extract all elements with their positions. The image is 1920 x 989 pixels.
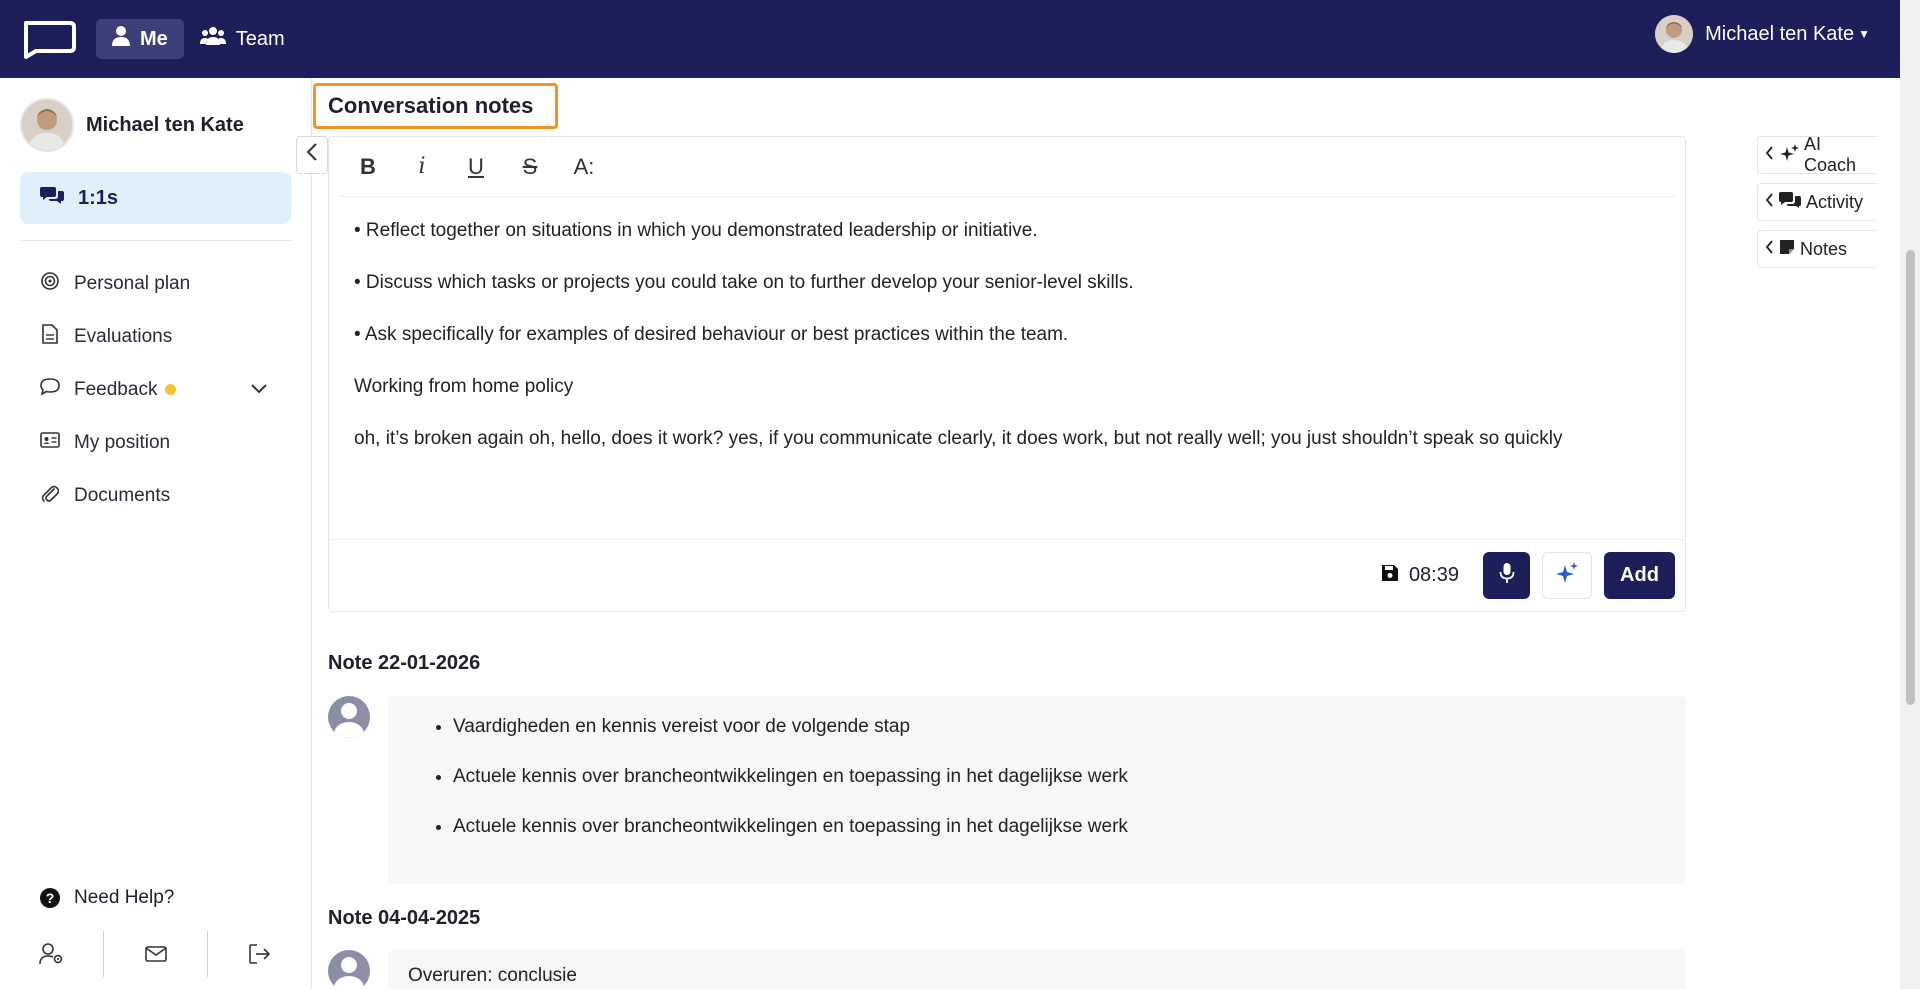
logout-icon[interactable] (208, 931, 311, 977)
nav-me-button[interactable]: Me (96, 19, 184, 59)
nav-team-button[interactable]: Team (184, 19, 301, 59)
font-size-button[interactable]: A: (571, 154, 597, 180)
scrollbar[interactable] (1900, 0, 1920, 989)
notes-editor[interactable]: B i U S A: • Reflect together on situati… (328, 136, 1686, 612)
document-icon (40, 324, 60, 349)
sidebar-item-feedback[interactable]: Feedback (0, 363, 311, 416)
tab-ai-coach[interactable]: AI Coach (1757, 134, 1877, 175)
user-menu-name: Michael ten Kate (1705, 22, 1855, 45)
editor-footer: 08:39 Add (329, 539, 1685, 611)
strikethrough-button[interactable]: S (517, 154, 543, 180)
ai-assist-button[interactable] (1542, 552, 1592, 599)
save-time: 08:39 (1408, 564, 1459, 586)
tab-label: Activity (1806, 191, 1864, 212)
sidebar-item-documents[interactable]: Documents (0, 469, 311, 522)
need-help-label: Need Help? (74, 887, 175, 908)
id-card-icon (40, 432, 60, 453)
list-item: Actuele kennis over brancheontwikkelinge… (453, 761, 1666, 793)
editor-paragraph: • Discuss which tasks or projects you co… (354, 272, 1134, 293)
envelope-icon[interactable] (104, 931, 208, 977)
microphone-button[interactable] (1483, 552, 1530, 599)
save-status: 08:39 (1381, 564, 1459, 588)
sidebar-item-label: Evaluations (74, 325, 173, 347)
avatar (20, 98, 74, 152)
paperclip-icon (40, 483, 60, 508)
list-item: Vaardigheden en kennis vereist voor de v… (453, 711, 1666, 743)
caret-down-icon: ▼ (1858, 27, 1870, 41)
tab-label: AI Coach (1804, 134, 1857, 175)
note-card: Vaardigheden en kennis vereist voor de v… (388, 696, 1686, 884)
user-menu[interactable]: Michael ten Kate ▼ (1655, 15, 1870, 53)
sidebar-item-label: Documents (74, 484, 171, 506)
editor-content[interactable]: • Reflect together on situations in whic… (329, 197, 1685, 455)
avatar (1655, 15, 1694, 53)
sidebar-item-evaluations[interactable]: Evaluations (0, 310, 311, 363)
divider (20, 240, 291, 241)
sidebar-item-label: My position (74, 431, 171, 453)
sticky-note-icon (1779, 239, 1795, 260)
save-icon (1381, 564, 1399, 588)
microphone-icon (1499, 562, 1515, 590)
chevron-down-icon[interactable] (251, 381, 267, 399)
page-title: Conversation notes (313, 83, 558, 129)
sidebar-item-label: Personal plan (74, 272, 191, 294)
profile-name: Michael ten Kate (86, 113, 244, 136)
add-note-button[interactable]: Add (1604, 552, 1675, 599)
italic-button[interactable]: i (409, 154, 435, 179)
sidebar-item-my-position[interactable]: My position (0, 416, 311, 469)
question-icon: ? (40, 888, 60, 908)
main-content: Conversation notes B i U S A: • Reflect … (313, 78, 1733, 989)
target-icon (40, 272, 60, 295)
note-card: Overuren: conclusie (388, 950, 1686, 989)
note-text: Overuren: conclusie (408, 965, 577, 986)
editor-paragraph: Working from home policy (354, 376, 574, 397)
chevron-left-icon (1765, 192, 1774, 212)
bold-button[interactable]: B (355, 154, 381, 180)
chevron-left-icon (1765, 145, 1774, 165)
editor-paragraph: • Ask specifically for examples of desir… (354, 324, 1069, 345)
sparkles-icon (1555, 561, 1579, 591)
comments-icon (1779, 191, 1801, 214)
scrollbar-thumb[interactable] (1906, 250, 1915, 705)
editor-paragraph: • Reflect together on situations in whic… (354, 220, 1038, 241)
note-title: Note 22-01-2026 (328, 652, 481, 674)
tab-activity[interactable]: Activity (1757, 183, 1877, 221)
user-icon (112, 26, 130, 52)
sidebar-item-personal-plan[interactable]: Personal plan (0, 257, 311, 310)
logo-icon[interactable] (20, 19, 76, 59)
sidebar-profile: Michael ten Kate (0, 78, 311, 172)
top-navbar: Me Team Michael ten Kate ▼ (0, 0, 1900, 78)
need-help-link[interactable]: ? Need Help? (40, 887, 174, 909)
sidebar-item-label: Feedback (74, 378, 158, 400)
sidebar: Michael ten Kate 1:1s Personal plan Eval… (0, 78, 312, 989)
sparkles-icon (1779, 143, 1799, 167)
chat-icon (40, 378, 60, 401)
tab-notes[interactable]: Notes (1757, 230, 1877, 268)
note-author-avatar (328, 696, 370, 738)
editor-paragraph: oh, it’s broken again oh, hello, does it… (354, 428, 1563, 449)
tab-label: Notes (1800, 238, 1848, 259)
sidebar-item-1on1s[interactable]: 1:1s (20, 172, 291, 224)
note-title: Note 04-04-2025 (328, 907, 481, 929)
note-author-avatar (328, 950, 370, 989)
user-gear-icon[interactable] (0, 931, 104, 977)
sidebar-footer (0, 919, 311, 989)
chevron-left-icon (1765, 239, 1774, 259)
team-icon (199, 26, 226, 52)
editor-toolbar: B i U S A: (339, 137, 1675, 197)
underline-button[interactable]: U (463, 154, 489, 180)
sidebar-item-label: 1:1s (78, 186, 119, 209)
notification-dot (165, 384, 177, 395)
list-item: Actuele kennis over brancheontwikkelinge… (453, 811, 1666, 843)
nav-team-label: Team (235, 27, 285, 50)
comments-icon (40, 185, 64, 211)
nav-me-label: Me (140, 27, 168, 50)
